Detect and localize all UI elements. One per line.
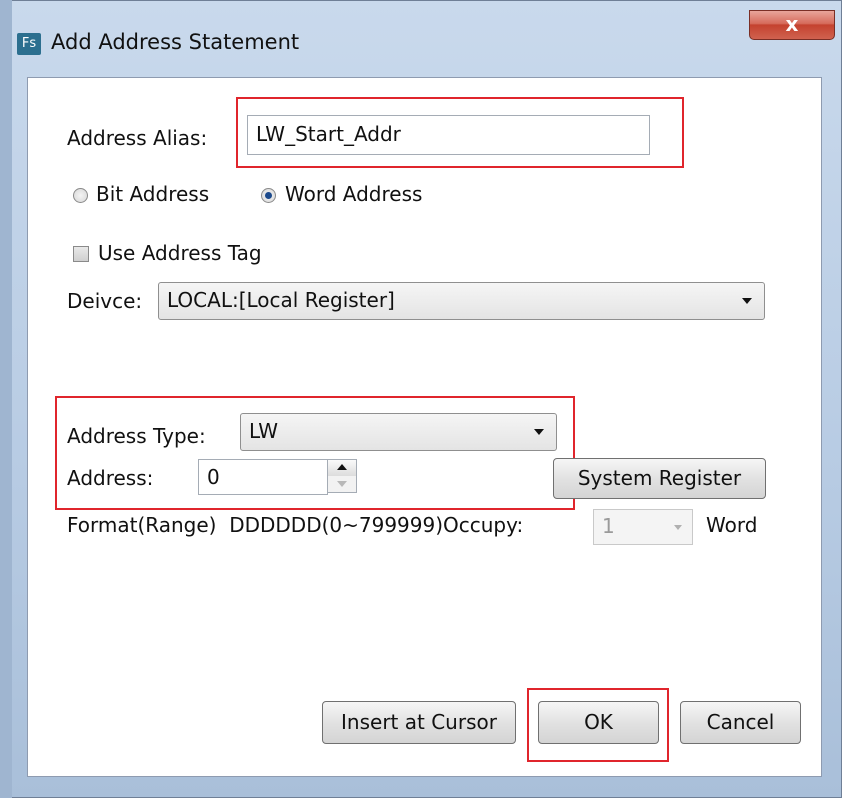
address-label: Address: — [67, 466, 154, 490]
use-address-tag-checkbox[interactable] — [73, 246, 89, 262]
chevron-down-icon — [674, 525, 682, 530]
format-range-text: Format(Range) DDDDDD(0~799999)Occupy: — [67, 513, 524, 537]
device-select-value: LOCAL:[Local Register] — [167, 288, 395, 312]
occupy-select: 1 — [593, 509, 693, 545]
system-register-button[interactable]: System Register — [553, 458, 766, 499]
bit-address-label: Bit Address — [96, 182, 210, 206]
use-address-tag-label: Use Address Tag — [98, 241, 262, 265]
ok-button[interactable]: OK — [538, 701, 659, 744]
occupy-value: 1 — [602, 514, 615, 538]
spin-down-icon[interactable] — [328, 476, 356, 492]
address-type-select[interactable]: LW — [240, 413, 557, 451]
word-address-label: Word Address — [285, 182, 423, 206]
app-icon: Fs — [17, 33, 41, 55]
device-label: Deivce: — [67, 289, 143, 313]
address-alias-input[interactable]: LW_Start_Addr — [247, 115, 650, 155]
address-input[interactable]: 0 — [198, 459, 328, 495]
title-bar[interactable]: Fs Add Address Statement x — [0, 0, 842, 88]
address-type-value: LW — [249, 419, 279, 443]
address-spinner[interactable] — [327, 459, 357, 493]
bit-address-radio[interactable] — [73, 188, 88, 203]
cancel-button[interactable]: Cancel — [680, 701, 801, 744]
chevron-down-icon — [742, 298, 752, 304]
close-button[interactable]: x — [749, 10, 835, 40]
word-address-radio[interactable] — [261, 188, 276, 203]
window-left-edge — [0, 0, 12, 798]
insert-at-cursor-button[interactable]: Insert at Cursor — [322, 701, 516, 744]
occupy-unit-label: Word — [706, 513, 758, 537]
window-title: Add Address Statement — [51, 30, 300, 54]
address-type-label: Address Type: — [67, 424, 206, 448]
address-alias-label: Address Alias: — [67, 126, 208, 150]
chevron-down-icon — [534, 429, 544, 435]
spin-up-icon[interactable] — [328, 460, 356, 477]
device-select[interactable]: LOCAL:[Local Register] — [158, 282, 765, 320]
